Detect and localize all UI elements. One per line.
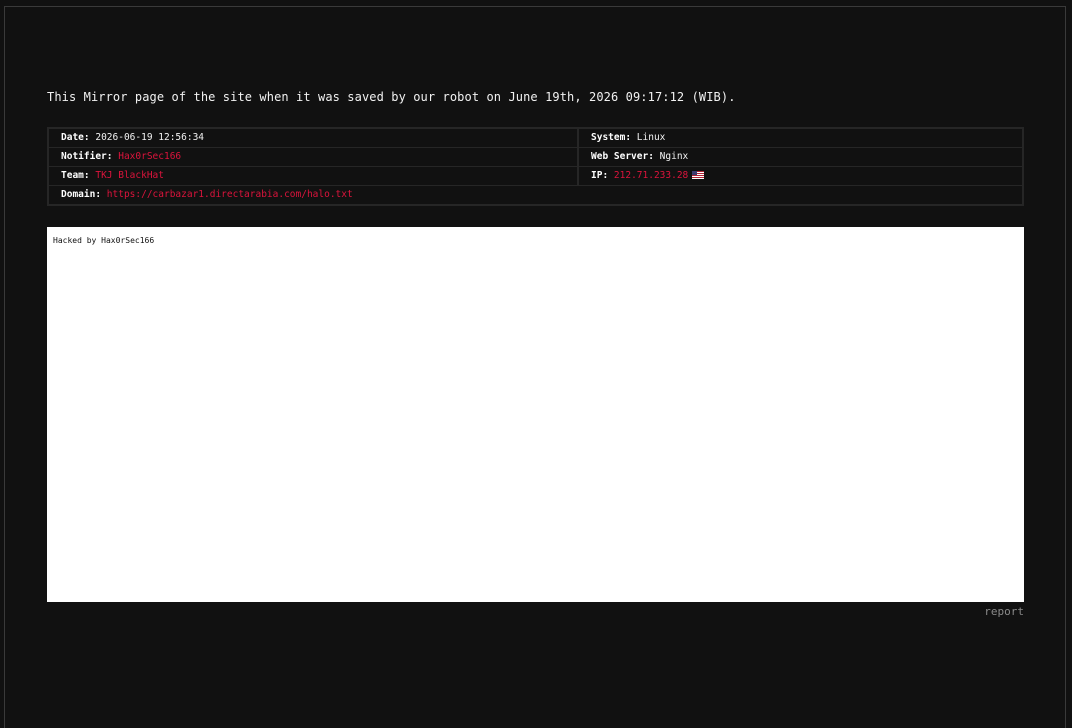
table-row: Date: 2026-06-19 12:56:34 System: Linux (47, 127, 1024, 148)
mirror-info-table: Date: 2026-06-19 12:56:34 System: Linux … (47, 127, 1024, 206)
date-label: Date: (61, 132, 90, 143)
mirror-intro-text: This Mirror page of the site when it was… (47, 90, 736, 104)
system-cell: System: Linux (577, 127, 1024, 148)
date-value: 2026-06-19 12:56:34 (95, 132, 205, 143)
system-value: Linux (636, 132, 666, 143)
mirror-content-text: Hacked by Hax0rSec166 (53, 236, 155, 245)
notifier-cell: Notifier: Hax0rSec166 (47, 147, 579, 167)
domain-cell: Domain: https://carbazar1.directarabia.c… (47, 185, 1024, 206)
date-cell: Date: 2026-06-19 12:56:34 (47, 127, 579, 148)
notifier-link[interactable]: Hax0rSec166 (118, 151, 181, 162)
table-row: Notifier: Hax0rSec166 Web Server: Nginx (47, 147, 1024, 167)
domain-link[interactable]: https://carbazar1.directarabia.com/halo.… (107, 189, 353, 200)
ip-label: IP: (591, 170, 609, 181)
table-row: Team: TKJ BlackHat IP: 212.71.233.28 (47, 166, 1024, 186)
web-server-value: Nginx (659, 151, 689, 162)
domain-label: Domain: (61, 189, 102, 200)
web-server-label: Web Server: (591, 151, 654, 162)
notifier-label: Notifier: (61, 151, 113, 162)
team-cell: Team: TKJ BlackHat (47, 166, 579, 186)
us-flag-icon (692, 171, 705, 179)
team-label: Team: (61, 170, 90, 181)
team-link[interactable]: TKJ BlackHat (95, 170, 164, 181)
ip-cell: IP: 212.71.233.28 (577, 166, 1024, 186)
table-row: Domain: https://carbazar1.directarabia.c… (47, 185, 1024, 206)
system-label: System: (591, 132, 632, 143)
report-link[interactable]: report (984, 605, 1024, 619)
web-server-cell: Web Server: Nginx (577, 147, 1024, 167)
ip-link[interactable]: 212.71.233.28 (614, 170, 688, 181)
mirror-frame: Hacked by Hax0rSec166 (47, 227, 1024, 602)
